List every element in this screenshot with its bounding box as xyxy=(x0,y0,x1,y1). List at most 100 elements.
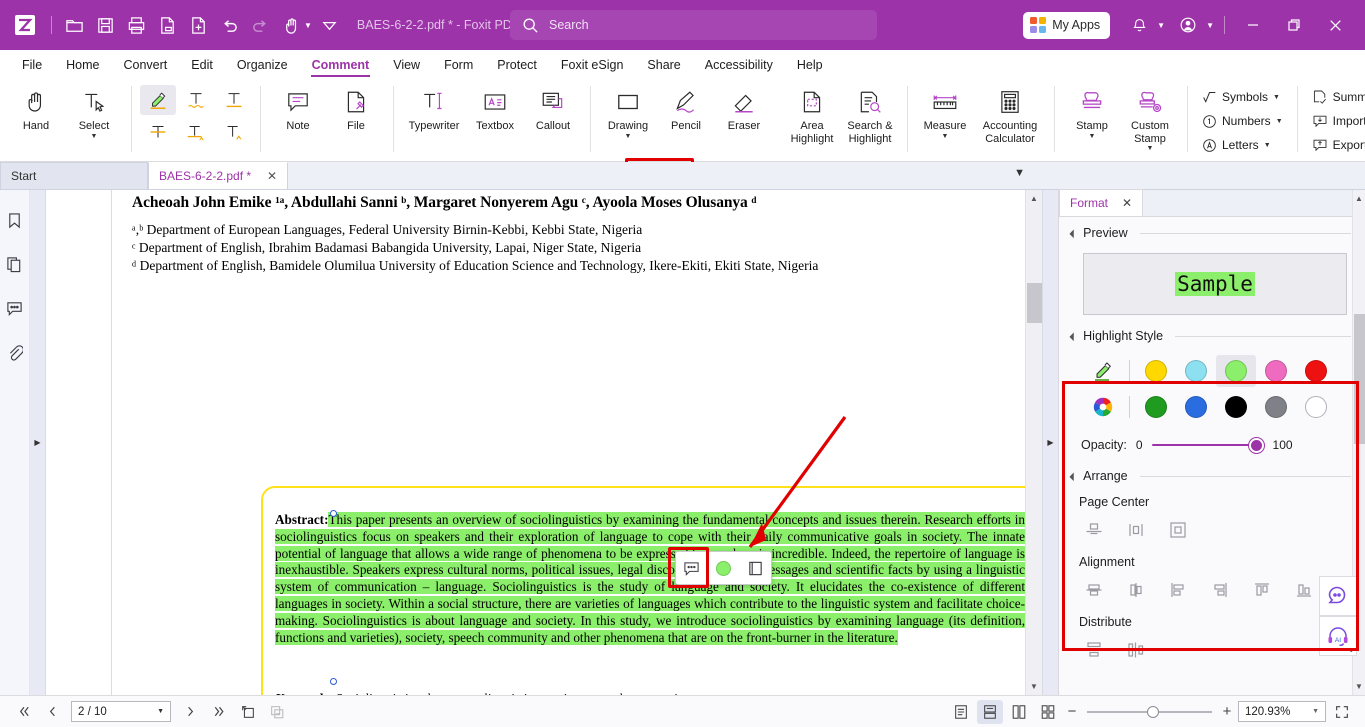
menu-item-foxit-esign[interactable]: Foxit eSign xyxy=(549,54,636,76)
arrange-section-header[interactable]: ◣ Arrange xyxy=(1059,453,1365,485)
stamp-dropdown-caret[interactable]: ▼ xyxy=(1089,133,1096,140)
area-highlight-button[interactable]: Area Highlight xyxy=(783,82,841,147)
menu-item-convert[interactable]: Convert xyxy=(112,54,180,76)
color-wheel-icon[interactable] xyxy=(1083,391,1123,423)
panel-scroll-up-icon[interactable]: ▲ xyxy=(1355,194,1363,203)
distribute-vertically-icon[interactable] xyxy=(1073,635,1115,665)
print-icon[interactable] xyxy=(121,10,152,41)
next-page-icon[interactable] xyxy=(177,700,203,724)
bookmark-icon[interactable] xyxy=(3,208,27,232)
swatch-pink[interactable] xyxy=(1256,355,1296,387)
account-avatar-icon[interactable] xyxy=(1168,8,1208,42)
left-panel-expander[interactable]: ▶ xyxy=(30,190,46,695)
single-page-view-icon[interactable] xyxy=(948,700,974,724)
textbox-button[interactable]: Textbox xyxy=(466,82,524,135)
summarize-comments-button[interactable]: Summarize Comments xyxy=(1306,85,1365,109)
chat-support-button[interactable] xyxy=(1319,576,1357,616)
stamp-button[interactable]: Stamp ▼ xyxy=(1063,82,1121,142)
measure-dropdown-caret[interactable]: ▼ xyxy=(942,133,949,140)
document-scrollbar[interactable]: ▲ ▼ xyxy=(1025,190,1042,695)
zoom-level-input[interactable]: 120.93% ▼ xyxy=(1238,701,1326,722)
collapse-float-buttons-icon[interactable]: ⌄ xyxy=(1319,644,1357,655)
letters-button[interactable]: Letters ▼ xyxy=(1196,133,1277,157)
swatch-blue[interactable] xyxy=(1176,391,1216,423)
numbers-dropdown-caret[interactable]: ▼ xyxy=(1276,118,1283,125)
comment-note-icon[interactable] xyxy=(680,556,704,580)
export-pdf-icon[interactable] xyxy=(152,10,183,41)
page-dropdown-caret[interactable]: ▼ xyxy=(157,708,164,715)
hand-button[interactable]: Hand xyxy=(7,82,65,135)
align-right-icon[interactable] xyxy=(1199,575,1241,605)
note-button[interactable]: Note xyxy=(269,82,327,135)
tab-document[interactable]: BAES-6-2-2.pdf * ✕ xyxy=(148,162,288,189)
file-attachment-button[interactable]: File xyxy=(327,82,385,135)
open-icon[interactable] xyxy=(59,10,90,41)
squiggly-underline-icon[interactable] xyxy=(178,85,214,115)
annotation-popup-toolbar[interactable] xyxy=(675,551,772,585)
zoom-dropdown-caret[interactable]: ▼ xyxy=(1312,708,1319,715)
swatch-black[interactable] xyxy=(1216,391,1256,423)
select-button[interactable]: Select ▼ xyxy=(65,82,123,142)
swatch-yellow[interactable] xyxy=(1136,355,1176,387)
tab-list-dropdown-caret[interactable]: ▼ xyxy=(1014,167,1025,179)
menu-item-comment[interactable]: Comment xyxy=(300,54,382,77)
color-swatch-icon[interactable] xyxy=(711,556,735,580)
scrollbar-thumb[interactable] xyxy=(1027,283,1042,323)
menu-item-form[interactable]: Form xyxy=(432,54,485,76)
swatch-gray[interactable] xyxy=(1256,391,1296,423)
two-page-view-icon[interactable] xyxy=(1006,700,1032,724)
rotate-page-icon[interactable] xyxy=(235,700,261,724)
document-viewport[interactable]: Acheoah John Emike ¹ᵃ, Abdullahi Sanni ᵇ… xyxy=(46,190,1025,695)
pages-icon[interactable] xyxy=(3,252,27,276)
right-panel-expander[interactable]: ▶ xyxy=(1042,190,1058,695)
highlighter-tool-icon[interactable] xyxy=(1083,355,1123,387)
center-horizontally-icon[interactable] xyxy=(1115,515,1157,545)
highlight-style-section-header[interactable]: ◣ Highlight Style xyxy=(1059,315,1365,345)
replace-text-icon[interactable] xyxy=(178,117,214,147)
letters-dropdown-caret[interactable]: ▼ xyxy=(1264,142,1271,149)
drawing-dropdown-caret[interactable]: ▼ xyxy=(625,133,632,140)
scroll-down-arrow-icon[interactable]: ▼ xyxy=(1026,678,1043,695)
center-both-icon[interactable] xyxy=(1157,515,1199,545)
format-panel-close-icon[interactable]: ✕ xyxy=(1122,196,1132,210)
restore-button[interactable] xyxy=(1274,8,1314,42)
scroll-up-arrow-icon[interactable]: ▲ xyxy=(1026,190,1043,207)
eraser-button[interactable]: Eraser xyxy=(715,82,773,135)
tab-format[interactable]: Format ✕ xyxy=(1059,189,1144,216)
callout-button[interactable]: Callout xyxy=(524,82,582,135)
undo-icon[interactable] xyxy=(214,10,245,41)
zoom-slider[interactable] xyxy=(1087,704,1212,720)
customize-toolbar-icon[interactable] xyxy=(314,10,345,41)
page-number-input[interactable]: 2 / 10 ▼ xyxy=(71,701,171,722)
my-apps-button[interactable]: My Apps xyxy=(1023,11,1111,39)
typewriter-button[interactable]: Typewriter xyxy=(402,82,466,135)
previous-page-icon[interactable] xyxy=(39,700,65,724)
properties-icon[interactable] xyxy=(743,556,767,580)
menu-item-share[interactable]: Share xyxy=(635,54,692,76)
strikeout-text-icon[interactable] xyxy=(140,117,176,147)
annotation-anchor-end[interactable] xyxy=(330,678,337,685)
hand-tool-icon[interactable] xyxy=(276,10,307,41)
custom-stamp-button[interactable]: Custom Stamp ▼ xyxy=(1121,82,1179,154)
fullscreen-icon[interactable] xyxy=(1329,700,1355,724)
zoom-in-button[interactable]: + xyxy=(1219,703,1235,720)
insert-text-icon[interactable] xyxy=(216,117,252,147)
collapse-triangle-icon[interactable]: ◣ xyxy=(1069,471,1080,482)
swatch-dark-green[interactable] xyxy=(1136,391,1176,423)
swatch-red[interactable] xyxy=(1296,355,1336,387)
attachments-icon[interactable] xyxy=(3,340,27,364)
preview-section-header[interactable]: ◣ Preview xyxy=(1059,217,1365,242)
swatch-green-selected[interactable] xyxy=(1216,355,1256,387)
distribute-horizontally-icon[interactable] xyxy=(1115,635,1157,665)
save-icon[interactable] xyxy=(90,10,121,41)
abstract-paragraph[interactable]: Abstract:This paper presents an overview… xyxy=(275,512,1025,646)
menu-item-view[interactable]: View xyxy=(381,54,432,76)
tab-start[interactable]: Start xyxy=(0,162,148,189)
align-top-icon[interactable] xyxy=(1241,575,1283,605)
menu-item-edit[interactable]: Edit xyxy=(179,54,225,76)
highlight-text-icon[interactable] xyxy=(140,85,176,115)
select-dropdown-caret[interactable]: ▼ xyxy=(91,133,98,140)
comments-panel-icon[interactable] xyxy=(3,296,27,320)
opacity-slider[interactable] xyxy=(1151,437,1264,453)
menu-item-home[interactable]: Home xyxy=(54,54,111,76)
